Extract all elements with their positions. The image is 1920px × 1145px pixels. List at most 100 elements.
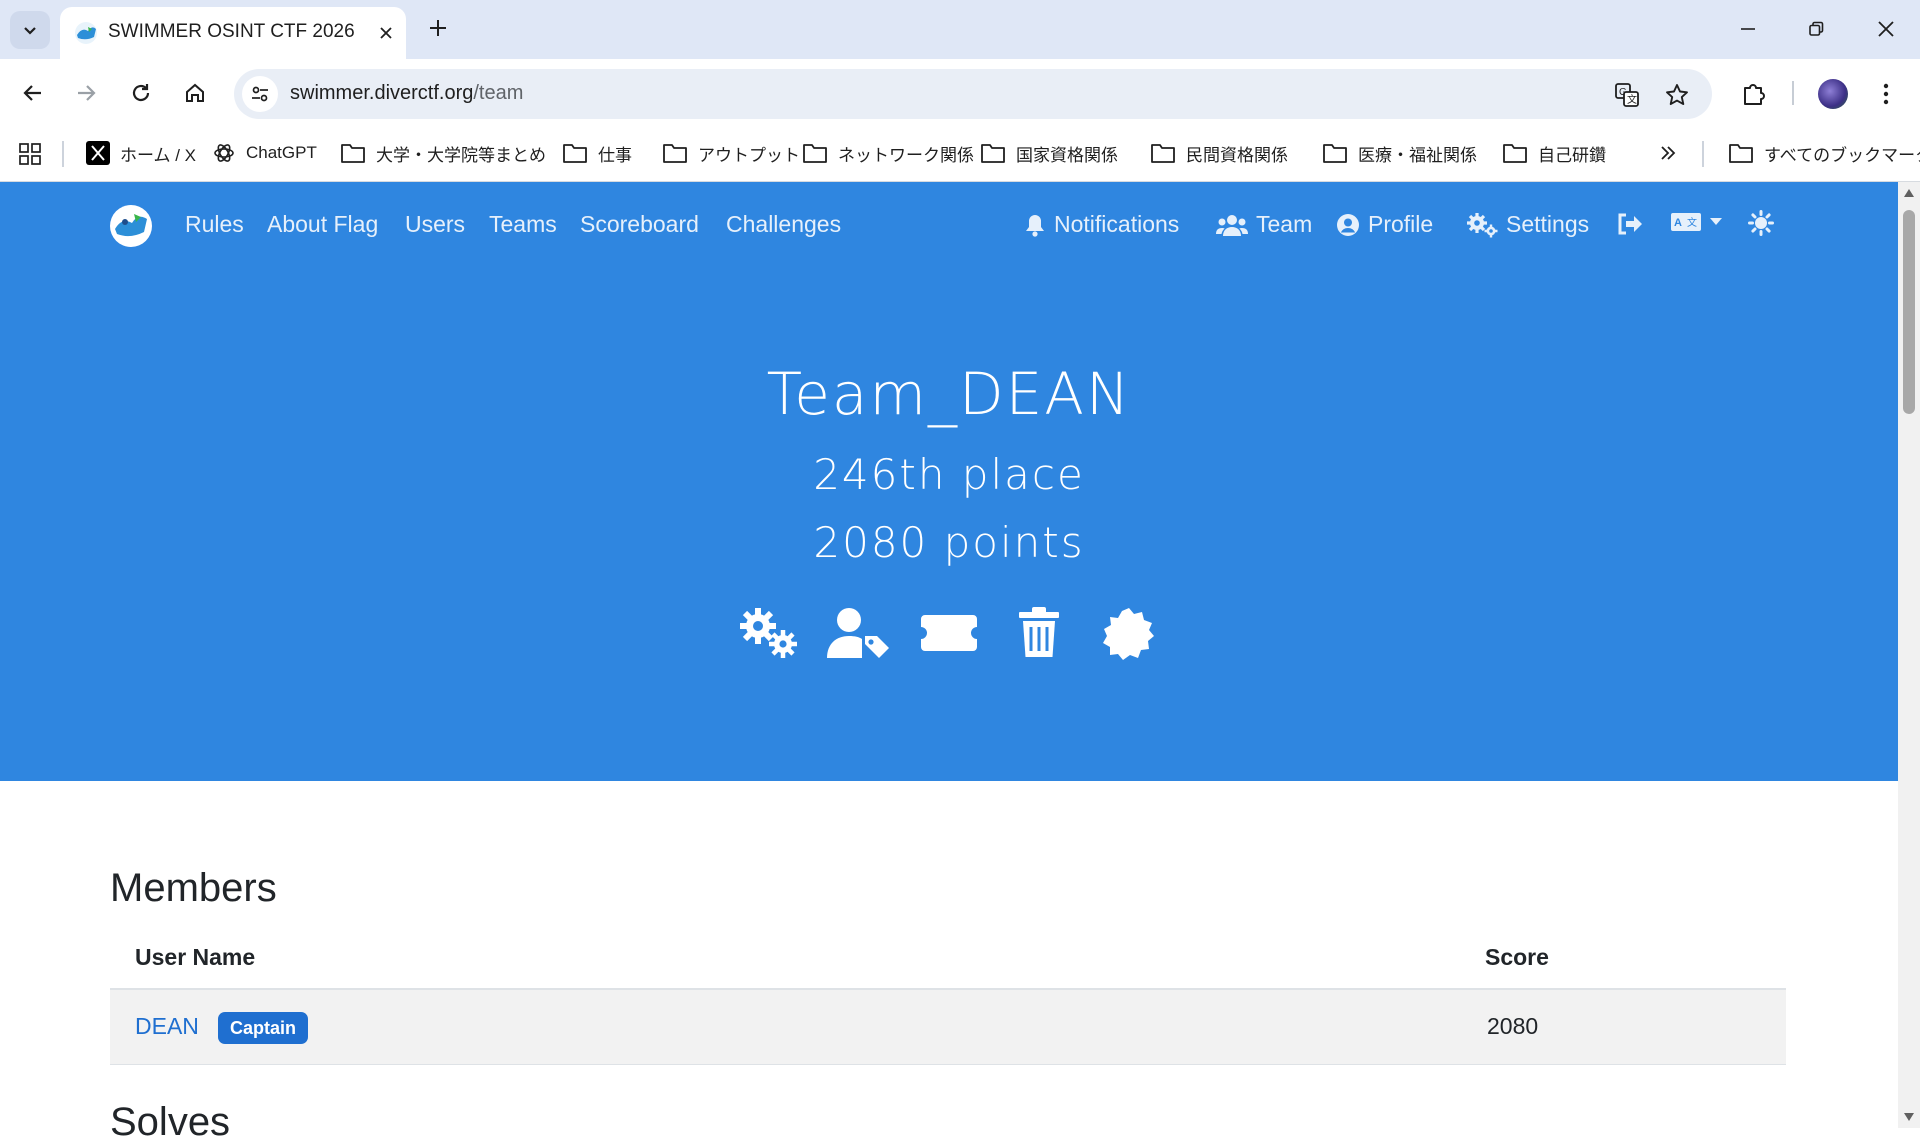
swimmer-logo-icon (111, 206, 151, 246)
scroll-down-icon[interactable] (1903, 1112, 1915, 1122)
folder-icon (1323, 144, 1347, 163)
bookmark-folder-network[interactable]: ネットワーク関係 (802, 137, 974, 169)
bookmark-folder-work[interactable]: 仕事 (562, 137, 632, 169)
bookmark-label: 民間資格関係 (1186, 145, 1288, 165)
scroll-thumb[interactable] (1903, 210, 1915, 414)
nav-rules[interactable]: Rules (185, 211, 244, 238)
bookmarks-divider (1702, 141, 1704, 167)
chatgpt-logo-icon (214, 144, 234, 162)
minimize-button[interactable] (1720, 8, 1776, 50)
ctf-logo[interactable] (110, 205, 152, 247)
site-info-button[interactable] (242, 76, 278, 112)
bookmark-label: すべてのブックマーク (1764, 145, 1920, 165)
language-icon: A文 (1671, 213, 1701, 231)
bookmark-label: ChatGPT (246, 143, 317, 162)
bookmark-label: 仕事 (598, 145, 632, 165)
all-bookmarks-folder[interactable]: すべてのブックマーク (1728, 137, 1920, 169)
nav-notifications-label: Notifications (1054, 211, 1180, 237)
bookmark-folder-selfstudy[interactable]: 自己研鑽 (1502, 137, 1606, 169)
bookmarks-bar: ホーム / X ChatGPT 大学・大学院等まとめ 仕事 アウトプット ネット… (0, 127, 1920, 182)
captain-badge: Captain (218, 1012, 309, 1044)
minimize-icon (1741, 28, 1755, 30)
translate-icon[interactable]: G文 (1614, 82, 1640, 108)
nav-about-flag[interactable]: About Flag (267, 211, 378, 238)
theme-toggle-icon[interactable] (1748, 210, 1774, 236)
nav-scoreboard[interactable]: Scoreboard (580, 211, 699, 238)
team-hero: Rules About Flag Users Teams Scoreboard … (0, 182, 1898, 781)
nav-notifications[interactable]: Notifications (1024, 211, 1179, 238)
nav-profile[interactable]: Profile (1336, 211, 1433, 238)
bookmark-folder-univ[interactable]: 大学・大学院等まとめ (340, 137, 546, 169)
toolbar-divider (1792, 81, 1794, 105)
nav-teams[interactable]: Teams (489, 211, 557, 238)
new-tab-button[interactable] (422, 12, 454, 44)
ticket-icon (921, 615, 977, 651)
star-icon[interactable] (1664, 82, 1690, 108)
restore-button[interactable] (1788, 8, 1844, 50)
more-vert-icon[interactable] (1876, 81, 1896, 107)
address-bar[interactable]: swimmer.diverctf.org/team G文 (234, 69, 1712, 119)
extensions-icon[interactable] (1740, 80, 1766, 106)
x-logo-icon (86, 141, 110, 165)
team-delete-button[interactable] (1007, 606, 1071, 660)
bookmark-label: ホーム / X (120, 145, 196, 165)
bookmark-folder-private[interactable]: 民間資格関係 (1150, 137, 1288, 169)
arrow-right-icon (78, 85, 96, 101)
folder-icon (981, 144, 1005, 163)
bookmark-chatgpt[interactable]: ChatGPT (212, 137, 317, 169)
folder-icon (341, 144, 365, 163)
team-settings-button[interactable] (737, 606, 801, 660)
folder-icon (1151, 144, 1175, 163)
nav-challenges[interactable]: Challenges (726, 211, 841, 238)
ctf-favicon-icon (75, 22, 97, 44)
tab-search-button[interactable] (10, 11, 50, 49)
url-path: /team (473, 82, 524, 104)
chevron-double-right-icon[interactable] (1658, 143, 1678, 163)
bookmark-label: 医療・福祉関係 (1358, 145, 1477, 165)
back-button[interactable] (13, 73, 53, 113)
close-icon (1878, 21, 1894, 37)
tune-icon (252, 86, 268, 102)
nav-team[interactable]: Team (1216, 211, 1312, 238)
bookmark-folder-medical[interactable]: 医療・福祉関係 (1322, 137, 1477, 169)
team-invite-button[interactable] (917, 606, 981, 660)
score-header: Score (1485, 944, 1549, 970)
scroll-up-icon[interactable] (1903, 188, 1915, 198)
close-window-button[interactable] (1858, 8, 1914, 50)
svg-text:文: 文 (1627, 93, 1637, 106)
folder-icon (1503, 144, 1527, 163)
reload-button[interactable] (121, 73, 161, 113)
member-link[interactable]: DEAN (135, 1013, 199, 1040)
active-tab[interactable]: SWIMMER OSINT CTF 2026 (60, 7, 406, 59)
members-heading: Members (110, 866, 277, 910)
apps-grid-icon[interactable] (18, 142, 42, 166)
folder-icon (1729, 144, 1753, 163)
tab-close-button[interactable] (372, 19, 400, 47)
bookmark-folder-output[interactable]: アウトプット (662, 137, 800, 169)
bookmark-x[interactable]: ホーム / X (86, 137, 196, 169)
page-scrollbar[interactable] (1898, 182, 1920, 1128)
forward-button[interactable] (66, 73, 106, 113)
solves-heading: Solves (110, 1100, 231, 1144)
language-dropdown[interactable]: A文 (1670, 211, 1722, 233)
user-circle-icon (1337, 213, 1359, 236)
nav-users[interactable]: Users (405, 211, 465, 238)
restore-icon (1809, 21, 1824, 36)
bookmark-folder-national[interactable]: 国家資格関係 (980, 137, 1118, 169)
tab-title: SWIMMER OSINT CTF 2026 (108, 21, 355, 42)
home-button[interactable] (175, 73, 215, 113)
chevron-down-icon (24, 27, 36, 35)
bookmark-label: 国家資格関係 (1016, 145, 1118, 165)
caret-down-icon (1710, 218, 1722, 225)
user-name-header: User Name (135, 944, 256, 970)
team-place: 246th place (813, 450, 1085, 499)
bookmark-label: 大学・大学院等まとめ (376, 145, 546, 165)
team-members-button[interactable] (827, 606, 891, 660)
nav-settings[interactable]: Settings (1466, 211, 1589, 238)
bookmark-label: アウトプット (698, 145, 800, 165)
browser-toolbar: swimmer.diverctf.org/team G文 (0, 59, 1920, 127)
logout-icon[interactable] (1616, 212, 1644, 236)
avatar[interactable] (1818, 79, 1848, 109)
team-badge-button[interactable] (1097, 606, 1161, 660)
url-text[interactable]: swimmer.diverctf.org/team (290, 82, 523, 105)
